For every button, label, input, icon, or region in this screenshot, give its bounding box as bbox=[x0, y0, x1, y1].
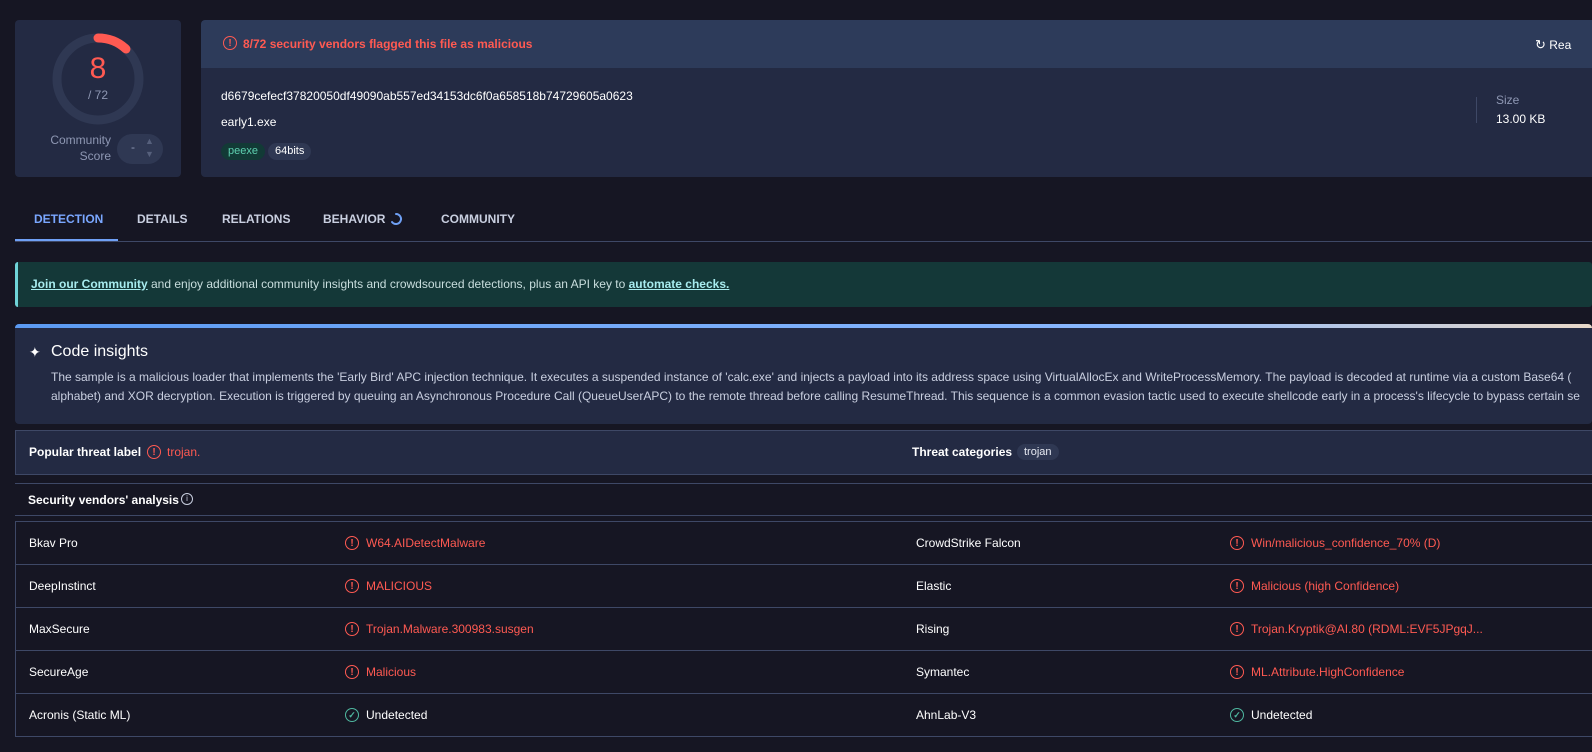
vendor-name: Acronis (Static ML) bbox=[29, 708, 131, 722]
warning-icon: ! bbox=[1230, 536, 1244, 550]
table-row: Acronis (Static ML) ✓ Undetected AhnLab-V3 ✓… bbox=[16, 694, 1592, 737]
vendors-section-header: Security vendors' analysis i bbox=[15, 483, 1592, 516]
table-row: Bkav Pro! W64.AIDetectMalware CrowdStrike … bbox=[16, 522, 1592, 565]
size-value: 13.00 KB bbox=[1496, 112, 1546, 126]
malicious-alert: ! 8/72 security vendors flagged this fil… bbox=[201, 20, 1592, 68]
result-text: Trojan.Malware.300983.susgen bbox=[366, 622, 534, 636]
alert-icon: ! bbox=[223, 36, 237, 50]
table-row: MaxSecure! Trojan.Malware.300983.susgen Ri… bbox=[16, 608, 1592, 651]
detection-result: ! Win/malicious_confidence_70% (D) bbox=[1230, 536, 1440, 550]
vendor-name: MaxSecure bbox=[29, 622, 90, 636]
detection-result: ! Malicious bbox=[345, 665, 416, 679]
result-text: W64.AIDetectMalware bbox=[366, 536, 486, 550]
detection-result: ! ML.Attribute.HighConfidence bbox=[1230, 665, 1404, 679]
detection-result: ! Trojan.Kryptik@AI.80 (RDML:EVF5JPgqJ... bbox=[1230, 622, 1483, 636]
file-summary-card: ! 8/72 security vendors flagged this fil… bbox=[201, 20, 1592, 177]
warning-icon: ! bbox=[1230, 665, 1244, 679]
reanalyze-label: Rea bbox=[1549, 38, 1572, 52]
detection-result: ! W64.AIDetectMalware bbox=[345, 536, 485, 550]
result-text: Undetected bbox=[366, 708, 428, 722]
check-icon: ✓ bbox=[1230, 708, 1244, 722]
join-community-link[interactable]: Join our Community bbox=[31, 277, 148, 291]
file-name: early1.exe bbox=[221, 115, 277, 129]
size-label: Size bbox=[1496, 93, 1520, 107]
code-insights-card: ✦ Code insights The sample is a maliciou… bbox=[15, 324, 1592, 424]
tab-behavior[interactable]: BEHAVIOR bbox=[323, 212, 385, 226]
banner-body: and enjoy additional community insights … bbox=[147, 277, 629, 291]
result-text: MALICIOUS bbox=[366, 579, 433, 593]
community-vote-control[interactable]: - ▲ ▼ bbox=[117, 134, 163, 164]
alert-text: 8/72 security vendors flagged this file … bbox=[243, 37, 533, 51]
vendors-table: Bkav Pro! W64.AIDetectMalware CrowdStrike … bbox=[15, 521, 1592, 737]
code-insights-title: Code insights bbox=[51, 343, 148, 360]
automate-checks-link[interactable]: automate checks. bbox=[629, 277, 730, 291]
warning-icon: ! bbox=[345, 622, 359, 636]
sparkle-icon: ✦ bbox=[29, 344, 41, 360]
tab-community[interactable]: COMMUNITY bbox=[441, 212, 515, 226]
warning-icon: ! bbox=[1230, 622, 1244, 636]
loading-spinner-icon bbox=[391, 213, 402, 225]
warning-icon: ! bbox=[345, 665, 359, 679]
detection-result: ! Trojan.Malware.300983.susgen bbox=[345, 622, 534, 636]
tab-details[interactable]: DETAILS bbox=[137, 212, 187, 226]
vendor-name: DeepInstinct bbox=[29, 579, 96, 593]
downvote-icon[interactable]: ▼ bbox=[145, 149, 154, 159]
warning-icon: ! bbox=[147, 445, 161, 459]
vendor-name: SecureAge bbox=[29, 665, 89, 679]
vendor-name: AhnLab-V3 bbox=[916, 708, 977, 722]
result-text: Malicious (high Confidence) bbox=[1251, 579, 1400, 593]
tab-bar: DETECTION DETAILS RELATIONS BEHAVIOR COM… bbox=[15, 200, 1592, 242]
table-row: DeepInstinct! MALICIOUS Elastic! Malicious … bbox=[16, 565, 1592, 608]
vendor-name: CrowdStrike Falcon bbox=[916, 536, 1021, 550]
tag-peexe[interactable]: peexe bbox=[221, 143, 265, 160]
gradient-bar bbox=[15, 324, 1592, 328]
warning-icon: ! bbox=[1230, 579, 1244, 593]
info-icon[interactable]: i bbox=[181, 493, 193, 505]
warning-icon: ! bbox=[345, 536, 359, 550]
banner-text: Join our Community and enjoy additional … bbox=[31, 277, 729, 291]
vendor-name: Rising bbox=[916, 622, 950, 636]
warning-icon: ! bbox=[345, 579, 359, 593]
popular-threat-value[interactable]: trojan. bbox=[167, 445, 200, 459]
threat-categories-label: Threat categories bbox=[912, 445, 1013, 459]
vendor-name: Elastic bbox=[916, 579, 952, 593]
vendor-name: Symantec bbox=[916, 665, 970, 679]
tag-64bits[interactable]: 64bits bbox=[268, 143, 312, 160]
detection-result: ! Malicious (high Confidence) bbox=[1230, 579, 1399, 593]
vendors-title: Security vendors' analysis bbox=[28, 493, 179, 507]
code-insights-line: The sample is a malicious loader that im… bbox=[51, 370, 1572, 384]
threat-summary: Popular threat label ! trojan. Threat ca… bbox=[15, 430, 1592, 475]
reanalyze-button[interactable]: ↻ Rea bbox=[1535, 37, 1571, 53]
total-count: / 72 bbox=[87, 88, 108, 102]
result-text: Win/malicious_confidence_70% (D) bbox=[1251, 536, 1441, 550]
tab-relations[interactable]: RELATIONS bbox=[222, 212, 290, 226]
detection-result: ✓ Undetected bbox=[1230, 708, 1312, 722]
file-hash[interactable]: d6679cefecf37820050df49090ab557ed34153dc… bbox=[221, 89, 633, 103]
result-text: Undetected bbox=[1251, 708, 1313, 722]
detected-count: 8 bbox=[89, 52, 107, 85]
community-score-label: Community Score bbox=[50, 133, 111, 163]
result-text: Trojan.Kryptik@AI.80 (RDML:EVF5JPgqJ... bbox=[1251, 622, 1483, 636]
code-insights-line: alphabet) and XOR decryption. Execution … bbox=[51, 389, 1580, 403]
result-text: Malicious bbox=[366, 665, 417, 679]
detection-score-card: 8 / 72 Community Score - ▲ ▼ bbox=[15, 20, 181, 177]
detection-result: ✓ Undetected bbox=[345, 708, 427, 722]
tab-detection[interactable]: DETECTION bbox=[34, 212, 103, 226]
vendor-name: Bkav Pro bbox=[29, 536, 78, 550]
result-text: ML.Attribute.HighConfidence bbox=[1251, 665, 1405, 679]
check-icon: ✓ bbox=[345, 708, 359, 722]
active-tab-indicator bbox=[15, 239, 118, 241]
popular-threat-label: Popular threat label bbox=[29, 445, 142, 459]
upvote-icon[interactable]: ▲ bbox=[145, 136, 154, 146]
community-score-value: - bbox=[131, 140, 135, 154]
refresh-icon: ↻ bbox=[1535, 37, 1546, 52]
detection-result: ! MALICIOUS bbox=[345, 579, 432, 593]
divider bbox=[1476, 97, 1477, 123]
community-banner: Join our Community and enjoy additional … bbox=[15, 262, 1592, 307]
table-row: SecureAge! Malicious Symantec! ML.Attribute… bbox=[16, 651, 1592, 694]
threat-category-pill[interactable]: trojan bbox=[1017, 444, 1059, 460]
